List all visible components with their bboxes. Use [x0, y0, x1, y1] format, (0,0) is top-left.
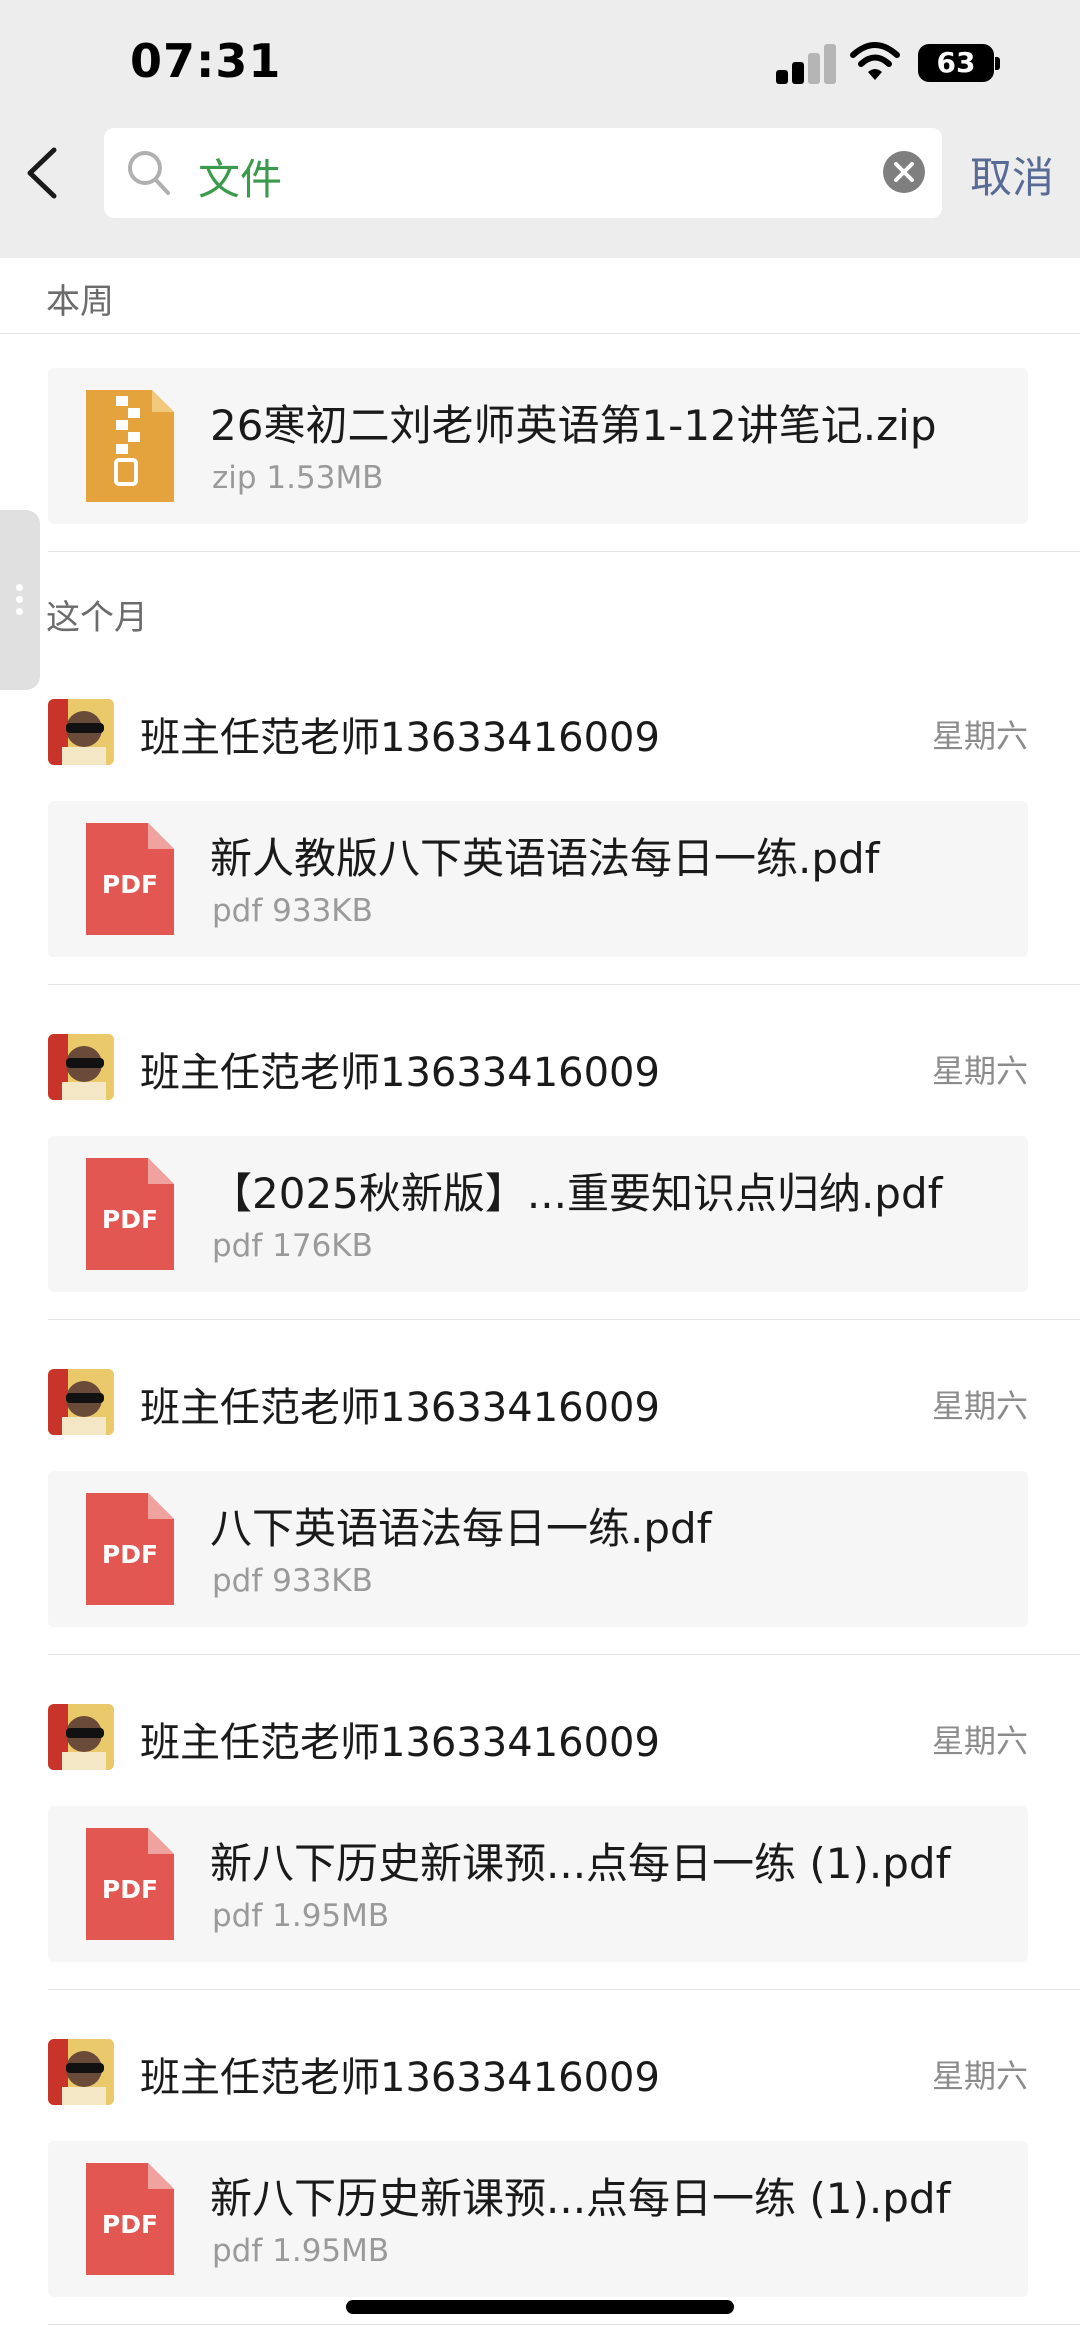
file-card[interactable]: PDF 八下英语语法每日一练.pdf pdf 933KB — [48, 1471, 1028, 1627]
handle-dot — [16, 596, 23, 603]
sender-name: 班主任范老师13633416009 — [140, 1720, 660, 1766]
sender-row: 班主任范老师13633416009 星期六 — [48, 1704, 1028, 1770]
file-name: 【2025秋新版】...重要知识点归纳.pdf — [210, 1169, 943, 1218]
sender-name: 班主任范老师13633416009 — [140, 2055, 660, 2101]
avatar — [48, 2039, 114, 2105]
file-name: 新八下历史新课预...点每日一练 (1).pdf — [210, 1839, 951, 1888]
file-card[interactable]: 26寒初二刘老师英语第1-12讲笔记.zip zip 1.53MB — [48, 368, 1028, 524]
sender-name: 班主任范老师13633416009 — [140, 1050, 660, 1096]
divider — [48, 1654, 1080, 1655]
divider — [0, 333, 1080, 334]
avatar — [48, 1034, 114, 1100]
sender-date: 星期六 — [931, 717, 1028, 755]
cancel-button[interactable]: 取消 — [970, 144, 1054, 205]
avatar — [48, 1369, 114, 1435]
file-meta: pdf 933KB — [212, 1563, 373, 1599]
file-name: 新人教版八下英语语法每日一练.pdf — [210, 834, 880, 883]
sender-row: 班主任范老师13633416009 星期六 — [48, 2039, 1028, 2105]
file-meta: pdf 1.95MB — [212, 2233, 390, 2269]
divider — [48, 2324, 1080, 2325]
avatar — [48, 699, 114, 765]
pdf-icon-label: PDF — [102, 1875, 158, 1904]
chevron-left-icon[interactable] — [18, 142, 68, 204]
file-card[interactable]: PDF 新八下历史新课预...点每日一练 (1).pdf pdf 1.95MB — [48, 2141, 1028, 2297]
sender-row: 班主任范老师13633416009 星期六 — [48, 699, 1028, 765]
sender-date: 星期六 — [931, 2057, 1028, 2095]
cellular-signal-icon — [776, 44, 836, 84]
divider — [48, 984, 1080, 985]
side-drawer-handle[interactable] — [0, 510, 40, 690]
sender-name: 班主任范老师13633416009 — [140, 1385, 660, 1431]
file-meta: zip 1.53MB — [212, 460, 384, 496]
search-query: 文件 — [198, 155, 283, 204]
file-name: 八下英语语法每日一练.pdf — [210, 1504, 712, 1553]
home-indicator[interactable] — [346, 2300, 734, 2314]
pdf-icon: PDF — [86, 1828, 174, 1940]
file-card[interactable]: PDF 新人教版八下英语语法每日一练.pdf pdf 933KB — [48, 801, 1028, 957]
file-card[interactable]: PDF 【2025秋新版】...重要知识点归纳.pdf pdf 176KB — [48, 1136, 1028, 1292]
handle-dot — [16, 584, 23, 591]
pdf-icon-label: PDF — [102, 1540, 158, 1569]
battery-tip — [995, 57, 1000, 70]
sender-name: 班主任范老师13633416009 — [140, 715, 660, 761]
file-name: 26寒初二刘老师英语第1-12讲笔记.zip — [210, 401, 937, 450]
file-card[interactable]: PDF 新八下历史新课预...点每日一练 (1).pdf pdf 1.95MB — [48, 1806, 1028, 1962]
divider — [48, 1319, 1080, 1320]
pdf-icon: PDF — [86, 2163, 174, 2275]
pdf-icon-label: PDF — [102, 2210, 158, 2239]
pdf-icon: PDF — [86, 1493, 174, 1605]
handle-dot — [16, 608, 23, 615]
pdf-icon: PDF — [86, 1158, 174, 1270]
divider — [48, 551, 1080, 552]
sender-date: 星期六 — [931, 1722, 1028, 1760]
search-input[interactable]: 文件 — [104, 128, 942, 218]
file-meta: pdf 1.95MB — [212, 1898, 390, 1934]
avatar — [48, 1704, 114, 1770]
battery-indicator: 63 — [918, 44, 994, 82]
sender-row: 班主任范老师13633416009 星期六 — [48, 1369, 1028, 1435]
wifi-icon — [850, 42, 900, 80]
section-header: 这个月 — [46, 598, 148, 638]
zip-icon — [86, 390, 174, 502]
search-icon — [128, 151, 170, 195]
sender-date: 星期六 — [931, 1052, 1028, 1090]
clear-icon[interactable] — [882, 150, 926, 194]
pdf-icon: PDF — [86, 823, 174, 935]
pdf-icon-label: PDF — [102, 1205, 158, 1234]
file-name: 新八下历史新课预...点每日一练 (1).pdf — [210, 2174, 951, 2223]
section-header: 本周 — [46, 282, 114, 322]
divider — [48, 1989, 1080, 1990]
sender-date: 星期六 — [931, 1387, 1028, 1425]
sender-row: 班主任范老师13633416009 星期六 — [48, 1034, 1028, 1100]
file-meta: pdf 933KB — [212, 893, 373, 929]
pdf-icon-label: PDF — [102, 870, 158, 899]
file-meta: pdf 176KB — [212, 1228, 373, 1264]
status-time: 07:31 — [130, 34, 282, 88]
